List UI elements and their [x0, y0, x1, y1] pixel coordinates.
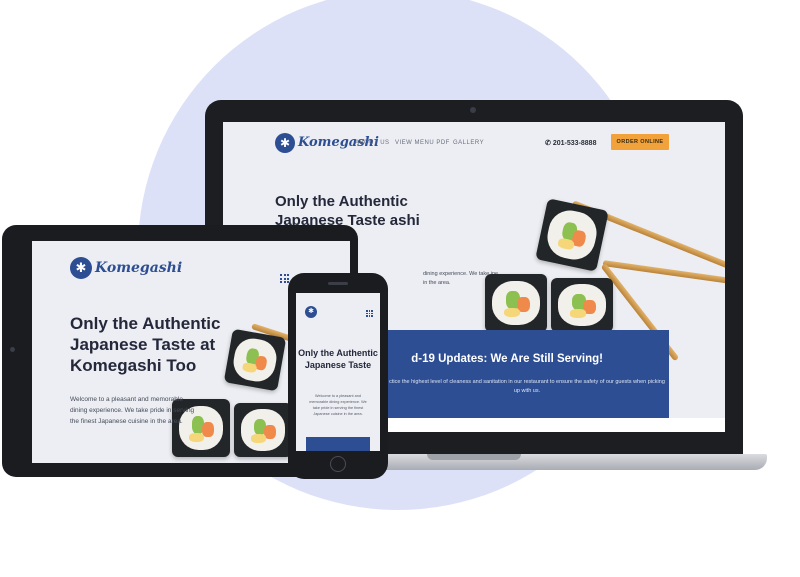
komegashi-logo-icon[interactable]: ✱: [275, 133, 295, 153]
site-logo-text[interactable]: Komegashi: [95, 260, 182, 276]
hero-title: Only the Authentic Japanese Taste at Kom…: [70, 314, 221, 375]
sushi-roll-image: [234, 403, 292, 457]
grid-menu-icon[interactable]: [366, 310, 373, 317]
komegashi-logo-icon[interactable]: ✱: [305, 306, 317, 318]
nav-link-gallery[interactable]: GALLERY: [453, 140, 484, 146]
sushi-roll-image: [535, 198, 609, 272]
phone-screen: ✱ Only the Authentic Japanese Taste Welc…: [296, 293, 380, 451]
banner-text: ctice the highest level of cleaness and …: [389, 379, 665, 394]
nav-link-view-menu-pdf[interactable]: VIEW MENU PDF: [395, 140, 450, 146]
covid-updates-banner: d-19 Updates: We Are Still Serving! ctic…: [373, 330, 669, 418]
phone-device: ✱ Only the Authentic Japanese Taste Welc…: [288, 273, 388, 479]
covid-updates-banner: [306, 437, 370, 451]
hero-text: Welcome to a pleasant and memorable dini…: [309, 394, 367, 416]
laptop-notch: [427, 454, 521, 460]
phone-speaker: [328, 282, 348, 285]
phone-number: 201-533-8888: [552, 140, 597, 147]
site-header: ✱ Komegashi ABOUT US VIEW MENU PDF GALLE…: [223, 122, 725, 166]
tablet-camera: [10, 347, 15, 352]
banner-title: d-19 Updates: We Are Still Serving!: [411, 353, 603, 365]
order-online-button[interactable]: ORDER ONLINE: [611, 134, 669, 150]
nav-link-about-us[interactable]: ABOUT US: [355, 140, 390, 146]
home-button[interactable]: [330, 456, 346, 472]
phone-link[interactable]: ✆ 201-533-8888: [545, 139, 596, 147]
hero-text: Welcome to a pleasant and memorable dini…: [70, 396, 195, 425]
komegashi-logo-icon[interactable]: ✱: [70, 257, 92, 279]
phone-icon: ✆: [545, 140, 551, 147]
chopstick-image: [602, 260, 725, 286]
sushi-roll-image: [551, 278, 613, 332]
laptop-camera: [470, 107, 476, 113]
phone-body: ✱ Only the Authentic Japanese Taste Welc…: [288, 273, 388, 479]
hero-title: Only the Authentic Japanese Taste: [298, 348, 378, 370]
sushi-roll-image: [485, 274, 547, 332]
